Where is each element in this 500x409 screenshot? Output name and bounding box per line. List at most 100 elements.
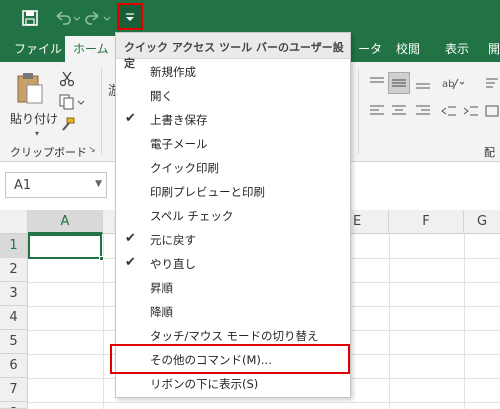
menu-item-label: クイック印刷: [150, 161, 219, 175]
cut-button[interactable]: [58, 70, 76, 88]
wrap-text-button[interactable]: [484, 74, 500, 92]
grid-line: [28, 402, 500, 403]
menu-item-quick-print[interactable]: クイック印刷: [116, 156, 350, 180]
menu-item-show-below-ribbon[interactable]: リボンの下に表示(S): [116, 372, 350, 396]
menu-item-new[interactable]: 新規作成: [116, 60, 350, 84]
scissors-icon: [59, 71, 75, 87]
align-left-icon: [370, 105, 384, 115]
highlight-annotation: [110, 344, 350, 374]
menu-item-label: リボンの下に表示(S): [150, 377, 259, 391]
menu-item-redo[interactable]: ✔ やり直し: [116, 252, 350, 276]
outdent-icon: [441, 106, 456, 116]
menu-item-undo[interactable]: ✔ 元に戻す: [116, 228, 350, 252]
tab-view[interactable]: 表示: [437, 36, 477, 62]
row-header-5[interactable]: 5: [0, 330, 28, 354]
group-separator: [101, 68, 102, 154]
name-box-value: A1: [14, 178, 32, 193]
dialog-launcher-icon[interactable]: ↘: [86, 144, 98, 156]
row-header-1[interactable]: 1: [0, 234, 28, 258]
row-header-6[interactable]: 6: [0, 354, 28, 378]
redo-button[interactable]: [84, 6, 114, 30]
top-align-button[interactable]: [368, 74, 386, 92]
chevron-down-icon[interactable]: ▼: [95, 179, 102, 189]
menu-item-spell-check[interactable]: スペル チェック: [116, 204, 350, 228]
align-left-button[interactable]: [368, 102, 386, 120]
align-top-icon: [370, 77, 384, 83]
menu-item-label: 上書き保存: [150, 113, 208, 127]
alignment-group-label: 配: [484, 146, 495, 159]
menu-item-label: 昇順: [150, 281, 173, 295]
copy-icon: [59, 94, 85, 110]
align-right-button[interactable]: [414, 102, 432, 120]
redo-icon: [85, 11, 111, 25]
row-header-8[interactable]: 8: [0, 402, 28, 409]
bottom-align-button[interactable]: [414, 74, 432, 92]
menu-item-open[interactable]: 開く: [116, 84, 350, 108]
row-header-4[interactable]: 4: [0, 306, 28, 330]
middle-align-button[interactable]: [388, 72, 410, 94]
menu-item-print-preview[interactable]: 印刷プレビューと印刷: [116, 180, 350, 204]
row-header-2[interactable]: 2: [0, 258, 28, 282]
fill-handle[interactable]: [99, 256, 104, 261]
menu-item-save[interactable]: ✔ 上書き保存: [116, 108, 350, 132]
column-header-e[interactable]: E: [351, 210, 389, 234]
undo-icon: [56, 11, 81, 25]
checkmark-icon: ✔: [125, 231, 136, 246]
save-button[interactable]: [18, 6, 42, 30]
menu-item-label: 新規作成: [150, 65, 196, 79]
tab-home[interactable]: ホーム: [65, 36, 117, 62]
save-icon: [22, 10, 38, 26]
customize-qat-dropdown-icon: [126, 12, 134, 21]
menu-item-label: 印刷プレビューと印刷: [150, 185, 265, 199]
row-header-7[interactable]: 7: [0, 378, 28, 402]
grid-line: [464, 234, 465, 409]
merge-cells-button[interactable]: [484, 102, 500, 120]
checkmark-icon: ✔: [125, 255, 136, 270]
orientation-button[interactable]: ab: [440, 74, 466, 92]
tab-file[interactable]: ファイル: [6, 36, 70, 62]
decrease-indent-button[interactable]: [440, 102, 458, 120]
text-orientation-icon: ab: [442, 78, 465, 90]
select-all-corner[interactable]: [0, 210, 28, 234]
menu-item-label: タッチ/マウス モードの切り替え: [150, 329, 319, 343]
tab-data[interactable]: ータ: [350, 36, 390, 62]
checkmark-icon: ✔: [125, 111, 136, 126]
column-header-f[interactable]: F: [389, 210, 464, 234]
svg-text:ab: ab: [442, 79, 454, 90]
menu-item-email[interactable]: 電子メール: [116, 132, 350, 156]
column-header-g[interactable]: G: [464, 210, 500, 234]
menu-item-sort-descending[interactable]: 降順: [116, 300, 350, 324]
increase-indent-button[interactable]: [462, 102, 480, 120]
align-middle-icon: [392, 79, 406, 87]
menu-item-label: 元に戻す: [150, 233, 196, 247]
align-right-icon: [416, 105, 430, 115]
group-separator: [358, 68, 359, 154]
selected-cell-a1[interactable]: [28, 234, 102, 259]
paste-label[interactable]: 貼り付け: [10, 110, 58, 127]
row-header-3[interactable]: 3: [0, 282, 28, 306]
align-bottom-icon: [416, 83, 430, 89]
paste-button[interactable]: [14, 70, 46, 108]
merge-icon: [485, 105, 499, 117]
grid-line: [389, 234, 390, 409]
clipboard-group-label: クリップボード: [10, 146, 87, 159]
menu-item-label: やり直し: [150, 257, 196, 271]
align-center-icon: [392, 105, 406, 115]
format-painter-button[interactable]: [58, 116, 76, 134]
indent-icon: [463, 106, 478, 116]
undo-button[interactable]: [50, 6, 86, 30]
paste-dropdown-icon[interactable]: ▾: [30, 126, 44, 140]
title-bar: [0, 0, 500, 36]
clipboard-icon: [17, 73, 43, 104]
copy-button[interactable]: [58, 93, 86, 111]
menu-item-sort-ascending[interactable]: 昇順: [116, 276, 350, 300]
menu-item-label: 開く: [150, 89, 173, 103]
menu-item-label: 降順: [150, 305, 173, 319]
column-header-a[interactable]: A: [28, 210, 103, 234]
menu-header: クイック アクセス ツール バーのユーザー設定: [116, 33, 350, 70]
align-center-button[interactable]: [390, 102, 408, 120]
tab-review[interactable]: 校閲: [388, 36, 428, 62]
name-box[interactable]: A1 ▼: [5, 172, 107, 198]
customize-qat-button[interactable]: [117, 3, 143, 30]
tab-developer[interactable]: 開: [480, 36, 500, 62]
